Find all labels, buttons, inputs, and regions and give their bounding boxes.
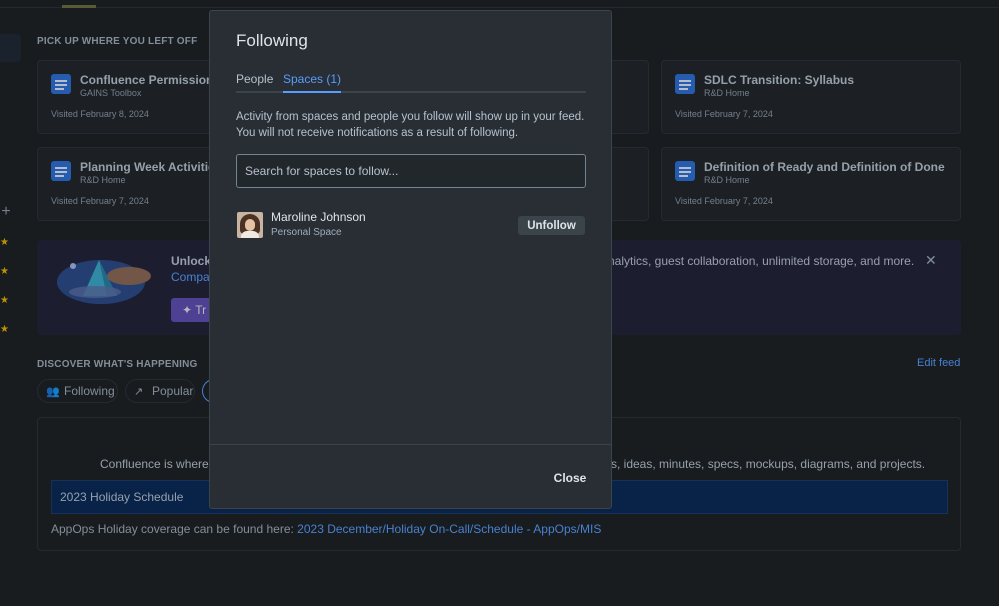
avatar: [237, 212, 263, 238]
space-owner-name: Maroline Johnson: [271, 210, 366, 224]
following-dialog: Following People Spaces (1) Activity fro…: [209, 10, 612, 509]
followed-space-row: Maroline Johnson Personal Space Unfollow: [236, 210, 586, 244]
tab-spaces[interactable]: Spaces (1): [283, 72, 342, 93]
dialog-footer-divider: [210, 444, 611, 445]
tab-people[interactable]: People: [236, 72, 273, 93]
close-button[interactable]: Close: [545, 467, 595, 489]
dialog-description: Activity from spaces and people you foll…: [236, 111, 585, 139]
search-spaces-input[interactable]: [236, 154, 586, 188]
dialog-title: Following: [236, 31, 308, 50]
dialog-tabs: People Spaces (1): [236, 71, 586, 93]
unfollow-button[interactable]: Unfollow: [518, 216, 585, 235]
space-type: Personal Space: [271, 227, 342, 238]
